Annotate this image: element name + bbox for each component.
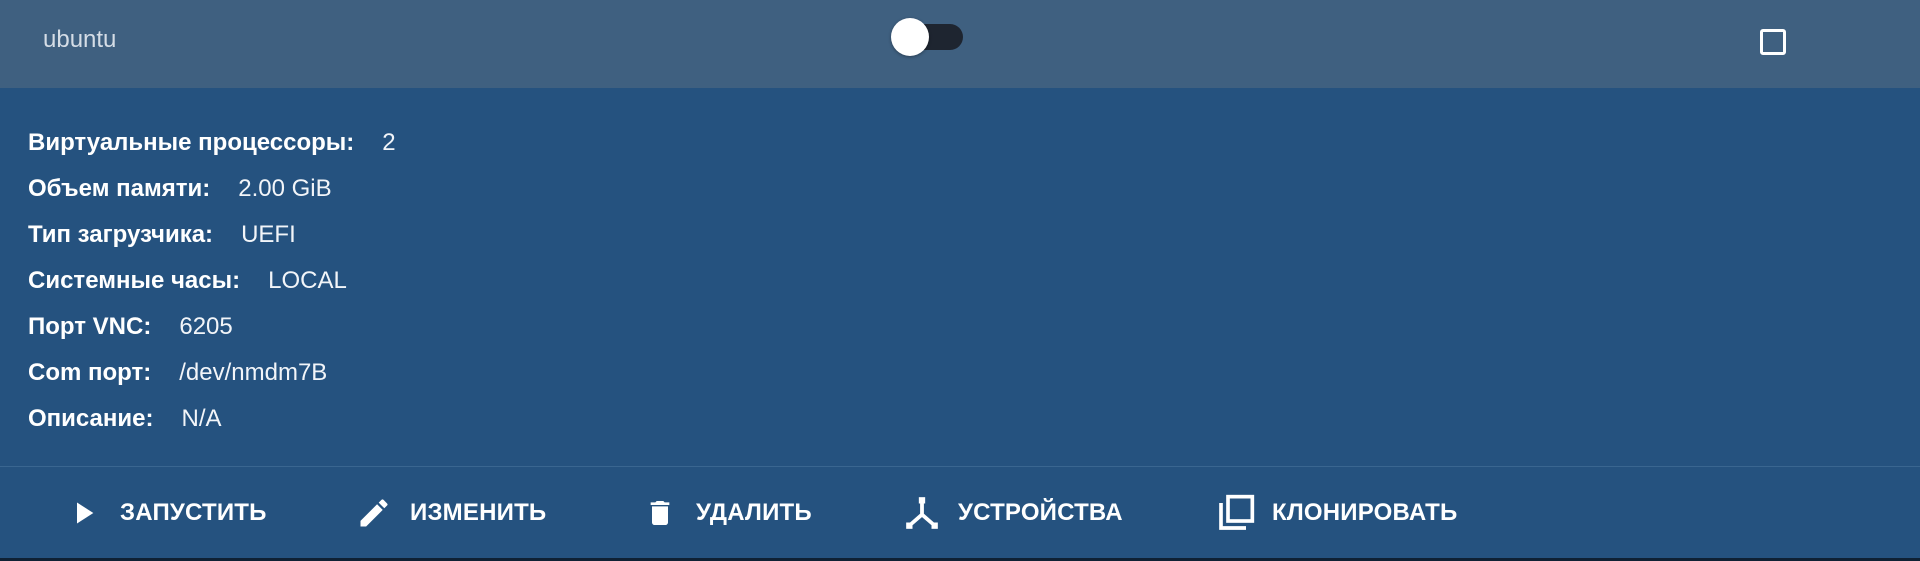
detail-row-com-port: Com порт: /dev/nmdm7B xyxy=(28,356,1888,402)
detail-row-clock: Системные часы: LOCAL xyxy=(28,264,1888,310)
vm-card-header: ubuntu xyxy=(0,0,1920,88)
detail-label: Виртуальные процессоры: xyxy=(28,129,355,156)
detail-value: 6205 xyxy=(179,313,233,340)
select-checkbox[interactable] xyxy=(1760,29,1786,55)
devices-icon xyxy=(900,491,944,535)
detail-row-memory: Объем памяти: 2.00 GiB xyxy=(28,172,1888,218)
detail-row-bootloader: Тип загрузчика: UEFI xyxy=(28,218,1888,264)
detail-label: Тип загрузчика: xyxy=(28,221,214,248)
toggle-thumb xyxy=(891,18,929,56)
edit-button-label: ИЗМЕНИТЬ xyxy=(410,499,547,526)
actions-divider xyxy=(0,466,1920,467)
detail-value: 2 xyxy=(382,129,396,156)
copy-icon xyxy=(1214,491,1258,535)
clone-button[interactable]: КЛОНИРОВАТЬ xyxy=(1214,490,1457,536)
devices-button[interactable]: УСТРОЙСТВА xyxy=(900,490,1123,536)
delete-button-label: УДАЛИТЬ xyxy=(696,499,812,526)
pencil-icon xyxy=(352,491,396,535)
vm-details: Виртуальные процессоры: 2 Объем памяти: 2.… xyxy=(28,126,1888,448)
play-icon xyxy=(62,491,106,535)
detail-value: /dev/nmdm7B xyxy=(179,359,328,386)
vm-card: ubuntu Виртуальные процессоры: 2 Объем па… xyxy=(0,0,1920,561)
detail-row-vnc-port: Порт VNC: 6205 xyxy=(28,310,1888,356)
clone-button-label: КЛОНИРОВАТЬ xyxy=(1272,499,1458,526)
detail-row-vcpus: Виртуальные процессоры: 2 xyxy=(28,126,1888,172)
detail-label: Системные часы: xyxy=(28,267,241,294)
detail-value: UEFI xyxy=(241,221,296,248)
detail-label: Com порт: xyxy=(28,359,152,386)
detail-row-description: Описание: N/A xyxy=(28,402,1888,448)
detail-label: Описание: xyxy=(28,405,154,432)
vm-name: ubuntu xyxy=(43,26,117,53)
edit-button[interactable]: ИЗМЕНИТЬ xyxy=(352,490,546,536)
detail-value: N/A xyxy=(181,405,222,432)
vm-actions: ЗАПУСТИТЬ ИЗМЕНИТЬ УДАЛИТЬ УСТРОЙСТВА КЛ… xyxy=(0,468,1920,558)
trash-icon xyxy=(638,491,682,535)
devices-button-label: УСТРОЙСТВА xyxy=(958,499,1123,526)
start-button[interactable]: ЗАПУСТИТЬ xyxy=(62,490,267,536)
delete-button[interactable]: УДАЛИТЬ xyxy=(638,490,812,536)
detail-value: LOCAL xyxy=(268,267,347,294)
detail-label: Объем памяти: xyxy=(28,175,211,202)
detail-label: Порт VNC: xyxy=(28,313,152,340)
start-button-label: ЗАПУСТИТЬ xyxy=(120,499,267,526)
detail-value: 2.00 GiB xyxy=(238,175,332,202)
vm-power-toggle[interactable] xyxy=(891,18,963,56)
